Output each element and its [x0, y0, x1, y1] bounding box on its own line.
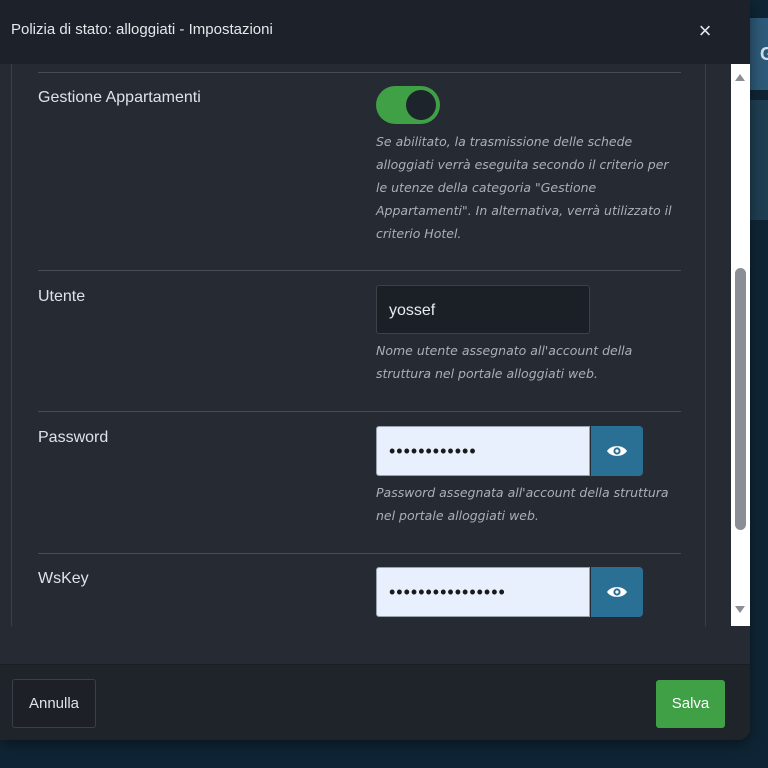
divider — [38, 270, 681, 271]
divider — [38, 411, 681, 412]
vertical-scrollbar[interactable] — [731, 64, 750, 626]
gestione-appartamenti-label: Gestione Appartamenti — [38, 89, 201, 106]
scrollbar-thumb[interactable] — [735, 268, 746, 530]
password-help: Password assegnata all'account della str… — [376, 481, 686, 527]
modal-title: Polizia di stato: alloggiati - Impostazi… — [11, 21, 273, 38]
modal-body: Gestione Appartamenti Se abilitato, la t… — [0, 64, 750, 626]
modal-header: Polizia di stato: alloggiati - Impostazi… — [0, 0, 750, 64]
modal-footer: Annulla Salva — [0, 626, 750, 740]
help-line: struttura nel portale alloggiati web. — [376, 366, 598, 381]
utente-label: Utente — [38, 288, 86, 305]
wskey-label: WsKey — [38, 570, 89, 587]
help-line: Se abilitato, la trasmissione delle sche… — [376, 134, 633, 149]
help-line: criterio Hotel. — [376, 226, 462, 241]
help-line: alloggiati verrà eseguita secondo il cri… — [376, 157, 669, 172]
gestione-appartamenti-toggle[interactable] — [376, 86, 440, 124]
eye-icon — [607, 446, 627, 456]
save-button[interactable]: Salva — [656, 680, 725, 728]
cancel-button[interactable]: Annulla — [12, 679, 96, 728]
scroll-down-arrow-icon[interactable] — [735, 606, 745, 613]
password-show-button[interactable] — [591, 426, 643, 476]
background-app-label: G — [760, 44, 768, 64]
settings-form: Gestione Appartamenti Se abilitato, la t… — [11, 64, 706, 626]
divider — [38, 72, 681, 73]
utente-input[interactable]: yossef — [376, 285, 590, 334]
wskey-input[interactable]: •••••••••••••••• — [376, 567, 590, 617]
help-line: le utenze della categoria "Gestione — [376, 180, 597, 195]
help-line: Appartamenti". In alternativa, verrà uti… — [376, 203, 672, 218]
password-input[interactable]: •••••••••••• — [376, 426, 590, 476]
toggle-knob — [406, 90, 436, 120]
help-line: Password assegnata all'account della str… — [376, 485, 669, 500]
help-line: Nome utente assegnato all'account della — [376, 343, 633, 358]
settings-modal: Polizia di stato: alloggiati - Impostazi… — [0, 0, 750, 740]
eye-icon — [607, 587, 627, 597]
gestione-appartamenti-help: Se abilitato, la trasmissione delle sche… — [376, 130, 686, 245]
scroll-up-arrow-icon[interactable] — [735, 74, 745, 81]
help-line: nel portale alloggiati web. — [376, 508, 539, 523]
divider — [38, 553, 681, 554]
footer-band — [0, 665, 750, 740]
wskey-show-button[interactable] — [591, 567, 643, 617]
password-label: Password — [38, 429, 109, 446]
close-button[interactable]: × — [692, 18, 718, 44]
utente-help: Nome utente assegnato all'account della … — [376, 339, 686, 385]
